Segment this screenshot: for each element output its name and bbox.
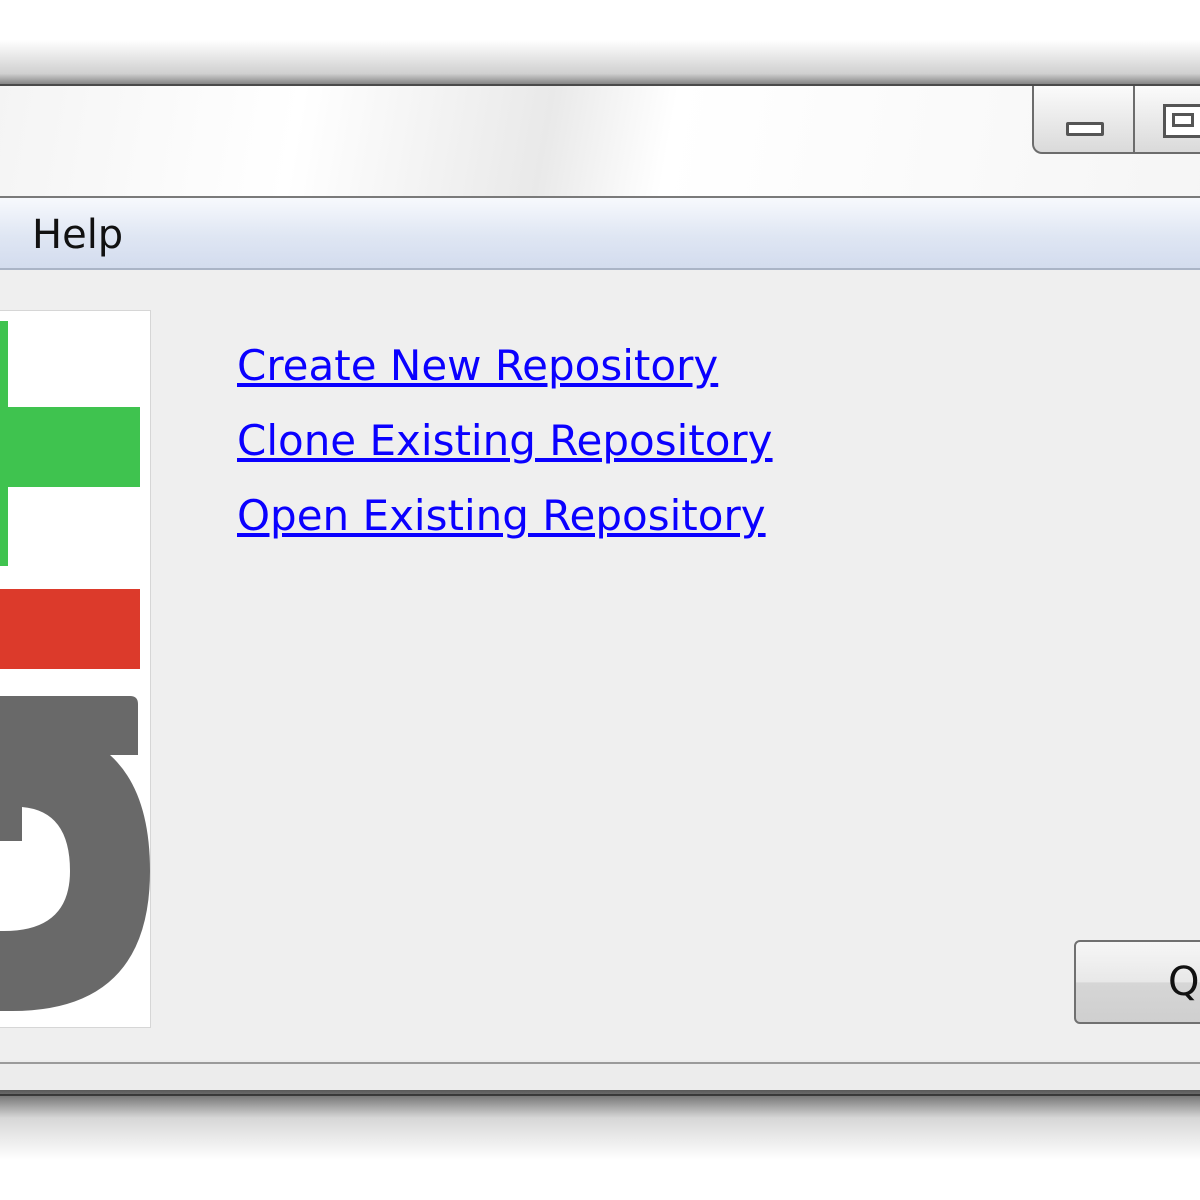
clone-existing-repository-link[interactable]: Clone Existing Repository	[237, 403, 773, 478]
caption-buttons	[1032, 86, 1200, 156]
logo-arrow-g	[0, 696, 150, 1011]
repository-actions: Create New Repository Clone Existing Rep…	[237, 328, 773, 553]
open-existing-repository-link[interactable]: Open Existing Repository	[237, 478, 773, 553]
minimize-icon	[1066, 122, 1104, 136]
minimize-button[interactable]	[1032, 86, 1134, 154]
window-shadow-bottom	[0, 1090, 1200, 1160]
window-shadow-top	[0, 40, 1200, 88]
git-gui-window: Help Create New Repository Clone Existin…	[0, 84, 1200, 1096]
logo-plus-horizontal	[0, 407, 140, 487]
bottom-divider	[0, 1062, 1200, 1064]
quit-button[interactable]: Q	[1074, 940, 1200, 1024]
maximize-button[interactable]	[1134, 86, 1200, 154]
main-panel: Create New Repository Clone Existing Rep…	[0, 270, 1200, 1060]
title-bar	[0, 86, 1200, 198]
git-logo-graphic	[0, 321, 150, 1011]
git-logo	[0, 310, 151, 1028]
create-new-repository-link[interactable]: Create New Repository	[237, 328, 773, 403]
maximize-icon	[1163, 104, 1200, 138]
logo-minus	[0, 589, 140, 669]
menu-help[interactable]: Help	[32, 212, 123, 258]
menu-bar: Help	[0, 198, 1200, 270]
